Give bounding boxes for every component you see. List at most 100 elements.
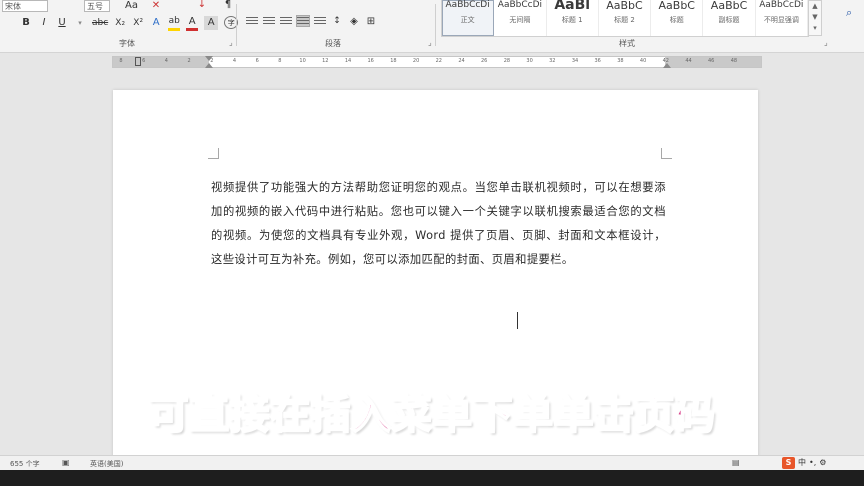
style-heading-1[interactable]: AaBl 标题 1 [547,0,599,36]
ruler-tick-label: 18 [390,58,397,64]
ruler-tick-label: 38 [617,58,624,64]
align-left-icon[interactable] [246,16,258,26]
ruler-tick-label: 40 [639,58,647,64]
first-line-indent-marker[interactable] [205,56,213,61]
ruler-tick-label: 26 [481,58,488,64]
styles-dialog-launcher-icon[interactable]: ⌟ [824,38,832,47]
font-dialog-launcher-icon[interactable]: ⌟ [229,38,237,47]
highlight-button[interactable]: ab [168,14,181,31]
language-indicator[interactable]: 英语(美国) [90,459,123,469]
status-bar: 655 个字 ▣ 英语(美国) ▤ [0,455,864,470]
text-boundary-corner [661,148,672,159]
sogou-logo-icon: S [782,456,795,469]
character-shading-button[interactable]: A [204,15,219,30]
ruler-tick-label: 22 [435,58,442,64]
style-name: 标题 2 [614,16,635,24]
borders-icon[interactable]: ⊞ [365,14,377,28]
justify-icon[interactable] [296,15,310,27]
style-preview: AaBbC [606,0,643,12]
style-name: 标题 1 [561,16,583,24]
font-color-button[interactable]: A [186,14,199,31]
paragraph-group-label: 段落 [325,39,341,48]
ruler-tick-label: 20 [412,58,420,64]
style-normal[interactable]: AaBbCcDi 正文 [442,0,495,36]
align-center-icon[interactable] [263,16,275,26]
superscript-button[interactable]: X² [132,16,144,30]
ruler-tick-label: 30 [526,58,533,64]
tab-selector[interactable] [135,57,141,66]
align-right-icon[interactable] [280,16,292,26]
font-name-combo[interactable]: 宋体 [2,0,48,12]
styles-gallery: AaBbCcDi 正文 AaBbCcDi 无间隔 AaBl 标题 1 AaBbC… [441,0,809,37]
styles-gallery-scroll[interactable]: ▲ ▼ ▾ [808,0,822,36]
bold-button[interactable]: B [20,16,32,30]
style-name: 不明显强调 [763,16,799,24]
style-name: 副标题 [718,16,740,24]
sort-icon[interactable]: ↓ [196,0,208,11]
ruler-tick-label: 10 [299,58,306,64]
style-preview: AaBbCcDi [759,0,804,10]
ruler-tick-label: 16 [367,58,374,64]
ruler-tick-label: 24 [458,58,465,64]
strikethrough-button[interactable]: abc [92,16,108,30]
change-case-icon[interactable]: Aa [125,0,138,12]
line-spacing-icon[interactable]: ↕ [331,14,343,28]
distributed-icon[interactable] [314,16,326,26]
underline-button[interactable]: U [56,16,68,30]
word-count[interactable]: 655 个字 [10,459,40,469]
horizontal-ruler[interactable]: 8 6 4 2 2 4 6 8 10 12 14 16 18 20 22 24 26 28 30 32 34 36 38 40… [112,56,762,68]
ime-mode[interactable]: 中 [798,457,806,468]
font-size-combo[interactable]: 五号 [84,0,110,12]
style-preview: AaBbCcDi [497,0,543,10]
ruler-tick-label: 4 [232,58,237,64]
styles-group-label: 样式 [619,39,635,48]
ruler-tick-label: 6 [142,58,146,64]
document-body-paragraph[interactable]: 视频提供了功能强大的方法帮助您证明您的观点。当您单击联机视频时，可以在想要添加的… [211,176,666,272]
right-indent-marker[interactable] [663,63,671,68]
style-name: 标题 [669,16,684,24]
style-preview: AaBbC [658,0,695,12]
paragraph-align-row: ↕ ◈ ⊞ [246,14,377,28]
video-subtitle: 可直接在插入菜单下单单击页码 [148,391,717,439]
style-preview: AaBl [554,0,591,13]
text-boundary-corner [208,148,219,159]
style-subtle-emphasis[interactable]: AaBbCcDi 不明显强调 [756,0,808,36]
ruler-tick-label: 48 [730,58,738,64]
style-name: 无间隔 [509,16,531,24]
text-cursor [517,312,518,329]
style-subtitle[interactable]: AaBbC 副标题 [703,0,756,36]
proofing-icon[interactable]: ▣ [62,458,70,467]
hanging-indent-marker[interactable] [205,63,213,68]
ruler-tick-label: 36 [594,58,601,64]
ruler-tick-label: 12 [322,58,329,64]
ribbon: 宋体 五号 B I U ▾ abc X₂ X² A ab A A 字 Aa ✕ … [0,0,864,53]
ruler-tick-label: 14 [344,58,352,64]
view-mode-icon[interactable]: ▤ [732,458,740,467]
shading-icon[interactable]: ◈ [348,14,360,28]
ruler-tick-label: 44 [685,58,692,64]
clear-formatting-icon[interactable]: ✕ [150,0,162,12]
ruler-tick-label: 34 [571,58,579,64]
style-no-spacing[interactable]: AaBbCcDi 无间隔 [494,0,547,36]
paragraph-dialog-launcher-icon[interactable]: ⌟ [428,38,436,47]
ruler-tick-label: 2 [187,58,191,64]
text-effects-button[interactable]: A [150,16,162,30]
ruler-tick-label: 8 [278,58,282,64]
find-icon[interactable]: ⌕ [846,6,852,20]
input-method-bar[interactable]: S 中 •, ⚙ [782,456,826,469]
font-group-label: 字体 [119,39,135,48]
ruler-tick-label: 46 [708,58,715,64]
show-marks-icon[interactable]: ¶ [222,0,234,11]
italic-button[interactable]: I [38,16,50,30]
taskbar [0,470,864,486]
ime-punctuation-icon[interactable]: •, [809,458,816,467]
style-name: 正文 [460,16,475,24]
ruler-tick-label: 28 [503,58,511,64]
style-title[interactable]: AaBbC 标题 [651,0,704,36]
font-format-row: B I U ▾ abc X₂ X² A ab A A 字 [20,14,239,31]
subscript-button[interactable]: X₂ [114,16,126,30]
dropdown-arrow-icon[interactable]: ▾ [74,16,86,30]
ruler-tick-label: 4 [164,58,168,64]
style-heading-2[interactable]: AaBbC 标题 2 [599,0,652,36]
ime-menu-icon[interactable]: ⚙ [819,458,826,467]
